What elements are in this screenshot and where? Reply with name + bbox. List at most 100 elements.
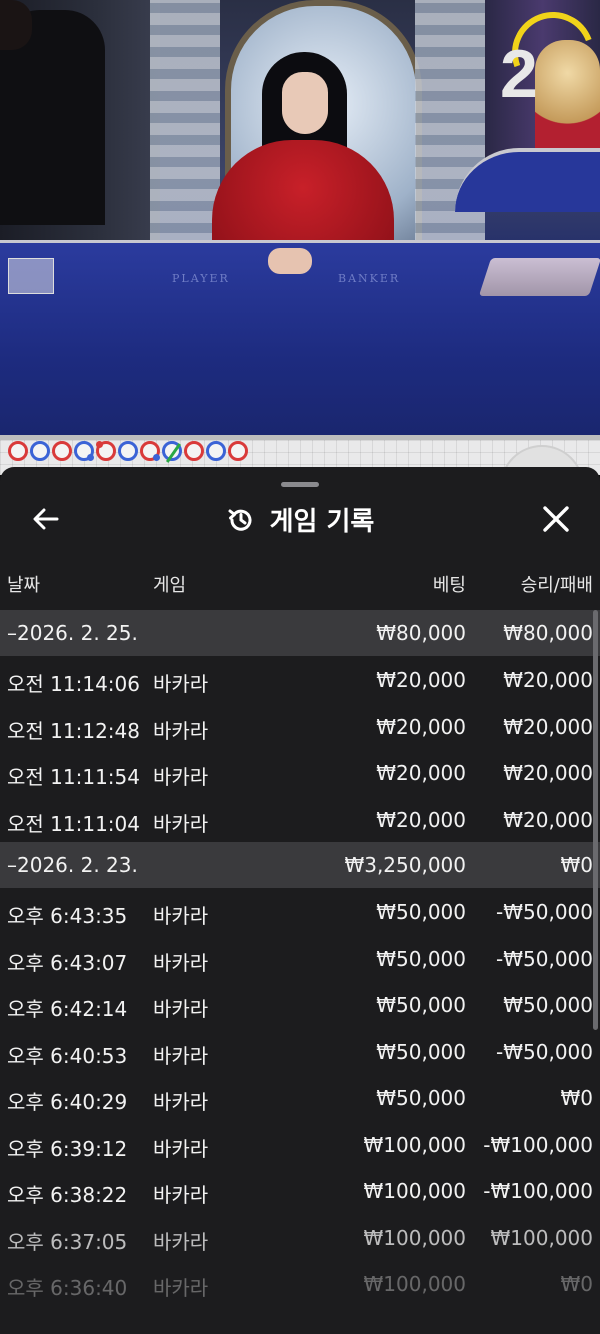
- row-game: 바카라: [153, 1276, 209, 1300]
- countdown-timer: 2: [500, 36, 538, 112]
- row-bet: ₩20,000: [376, 714, 466, 739]
- row-bet: ₩20,000: [376, 668, 466, 692]
- arrow-left-icon: [33, 508, 59, 530]
- row-time: 오후 6:42:14: [7, 997, 128, 1021]
- history-row[interactable]: 오후 6:39:12 바카라 ₩100,000 -₩100,000: [0, 1121, 600, 1168]
- row-game: 바카라: [153, 1090, 209, 1114]
- history-list[interactable]: –2026. 2. 25. ₩80,000 ₩80,000 오전 11:14:06 바카…: [0, 610, 600, 1307]
- history-row[interactable]: 오전 11:11:04 바카라 ₩20,000 ₩20,000: [0, 796, 600, 843]
- bead-banker: [140, 441, 160, 461]
- row-bet: ₩50,000: [376, 900, 466, 924]
- background-person-head: [0, 0, 32, 50]
- history-row[interactable]: 오후 6:43:07 바카라 ₩50,000 -₩50,000: [0, 935, 600, 982]
- column-headers: 날짜 게임 베팅 승리/패배: [0, 571, 600, 603]
- bead-banker: [52, 441, 72, 461]
- history-row[interactable]: 오후 6:36:40 바카라 ₩100,000 ₩0: [0, 1260, 600, 1307]
- history-row[interactable]: 오후 6:40:29 바카라 ₩50,000 ₩0: [0, 1074, 600, 1121]
- row-result: -₩50,000: [496, 1039, 593, 1064]
- row-result: -₩100,000: [483, 1132, 593, 1157]
- row-time: 오후 6:37:05: [7, 1229, 128, 1254]
- row-game: 바카라: [153, 765, 209, 789]
- row-bet: ₩50,000: [376, 1086, 466, 1110]
- game-history-sheet: 게임 기록 날짜 게임 베팅 승리/패배 –2026. 2. 25. ₩80,00…: [0, 467, 600, 1334]
- row-result: -₩50,000: [496, 900, 593, 924]
- history-row[interactable]: 오후 6:40:53 바카라 ₩50,000 -₩50,000: [0, 1028, 600, 1075]
- bead-banker: [184, 441, 204, 461]
- row-time: 오전 11:14:06: [7, 672, 140, 696]
- scrollbar[interactable]: [593, 610, 598, 1030]
- row-bet: ₩50,000: [376, 946, 466, 971]
- row-game: 바카라: [153, 1043, 209, 1068]
- history-row[interactable]: 오후 6:42:14 바카라 ₩50,000 ₩50,000: [0, 981, 600, 1028]
- pair-mark: [153, 454, 160, 461]
- bead-player: [206, 441, 226, 461]
- bead-player: [162, 441, 182, 463]
- row-time: 오후 6:36:40: [7, 1276, 128, 1300]
- column-date: 날짜: [7, 575, 41, 596]
- row-game: 바카라: [153, 672, 209, 696]
- row-time: 오후 6:40:53: [7, 1043, 128, 1068]
- row-result: ₩50,000: [503, 993, 593, 1017]
- row-result: ₩20,000: [503, 668, 593, 692]
- row-game: 바카라: [153, 1229, 209, 1254]
- tie-mark: [165, 443, 182, 463]
- pair-mark: [87, 454, 94, 461]
- row-game: 바카라: [153, 997, 209, 1021]
- row-bet: ₩20,000: [376, 807, 466, 832]
- bead-banker: [96, 441, 116, 461]
- row-result: -₩100,000: [483, 1179, 593, 1203]
- history-row[interactable]: 오전 11:11:54 바카라 ₩20,000 ₩20,000: [0, 749, 600, 796]
- row-time: 오후 6:43:35: [7, 904, 128, 928]
- row-time: 오후 6:38:22: [7, 1183, 128, 1207]
- sheet-header: 게임 기록: [0, 497, 600, 542]
- row-game: 바카라: [153, 904, 209, 928]
- felt-player-label: PLAYER: [172, 272, 230, 285]
- history-row[interactable]: 오후 6:38:22 바카라 ₩100,000 -₩100,000: [0, 1167, 600, 1214]
- row-bet: ₩100,000: [363, 1179, 466, 1203]
- column-result: 승리/패배: [520, 575, 593, 596]
- history-row[interactable]: 오전 11:14:06 바카라 ₩20,000 ₩20,000: [0, 656, 600, 703]
- row-bet: ₩100,000: [363, 1272, 466, 1296]
- row-bet: ₩100,000: [363, 1132, 466, 1157]
- pair-mark: [96, 441, 103, 448]
- history-icon: [228, 509, 252, 531]
- card-box: [8, 258, 54, 294]
- group-bet-total: ₩80,000: [376, 621, 466, 645]
- bead-player: [30, 441, 50, 461]
- bead-banker: [228, 441, 248, 461]
- row-game: 바카라: [153, 950, 209, 975]
- row-game: 바카라: [153, 1136, 209, 1161]
- column-bet: 베팅: [432, 575, 466, 596]
- row-bet: ₩50,000: [376, 1039, 466, 1064]
- decor-panel-left: [150, 0, 220, 245]
- row-time: 오후 6:40:29: [7, 1090, 128, 1114]
- bead-banker: [8, 441, 28, 461]
- row-game: 바카라: [153, 1183, 209, 1207]
- row-time: 오후 6:43:07: [7, 950, 128, 975]
- bead-player: [74, 441, 94, 461]
- dealer-hand: [268, 248, 312, 274]
- row-result: ₩0: [560, 1086, 594, 1110]
- group-result-total: ₩80,000: [503, 621, 593, 645]
- row-bet: ₩100,000: [363, 1225, 466, 1250]
- row-time: 오전 11:12:48: [7, 718, 140, 743]
- date-group-header[interactable]: –2026. 2. 25. ₩80,000 ₩80,000: [0, 610, 600, 656]
- bead-road-results: [8, 441, 248, 463]
- row-result: ₩100,000: [490, 1225, 593, 1250]
- sheet-grabber[interactable]: [281, 482, 319, 487]
- group-date: –2026. 2. 23.: [7, 853, 138, 877]
- back-button[interactable]: [30, 503, 62, 535]
- row-result: ₩20,000: [503, 807, 593, 832]
- row-result: ₩20,000: [503, 714, 593, 739]
- history-row[interactable]: 오후 6:43:35 바카라 ₩50,000 -₩50,000: [0, 888, 600, 935]
- dealer-face: [282, 72, 328, 134]
- group-date: –2026. 2. 25.: [7, 621, 138, 645]
- row-bet: ₩50,000: [376, 993, 466, 1017]
- live-video: PLAYER BANKER 2: [0, 0, 600, 435]
- history-row[interactable]: 오전 11:12:48 바카라 ₩20,000 ₩20,000: [0, 703, 600, 750]
- row-game: 바카라: [153, 718, 209, 743]
- close-button[interactable]: [540, 503, 572, 535]
- bead-player: [118, 441, 138, 461]
- history-row[interactable]: 오후 6:37:05 바카라 ₩100,000 ₩100,000: [0, 1214, 600, 1261]
- date-group-header[interactable]: –2026. 2. 23. ₩3,250,000 ₩0: [0, 842, 600, 888]
